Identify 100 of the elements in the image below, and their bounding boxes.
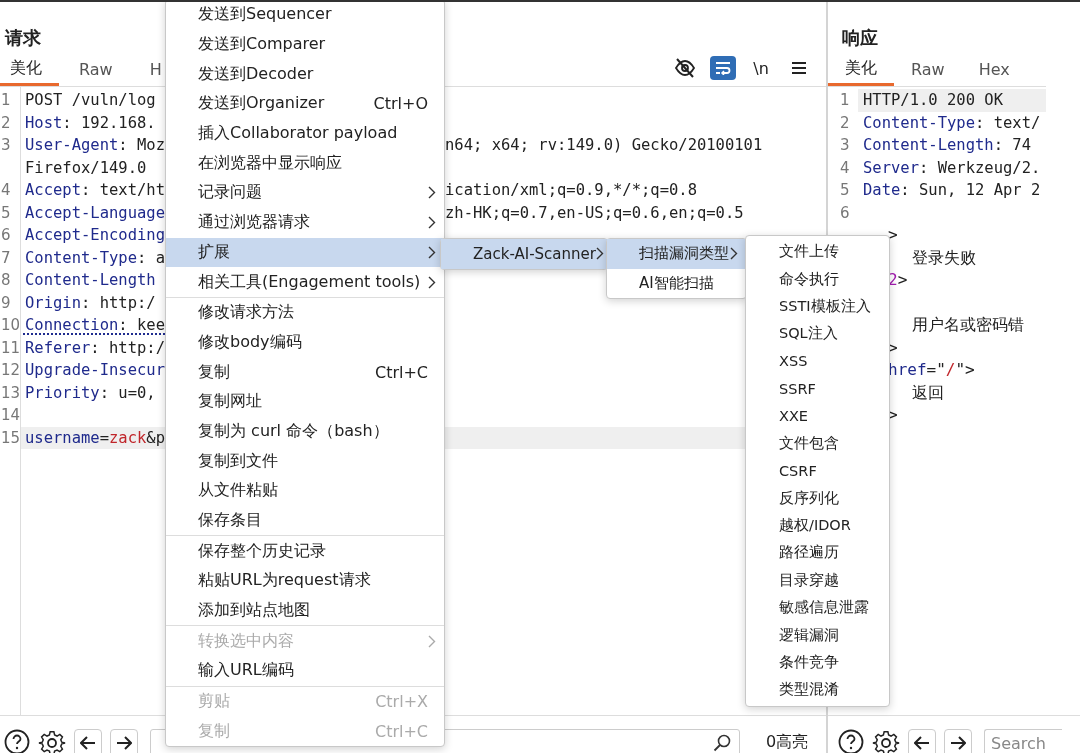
right-arrow-icon [950, 736, 966, 750]
menu-item[interactable]: 命令执行 [746, 265, 889, 293]
menu-item[interactable]: XSS [746, 347, 889, 375]
menu-item[interactable]: 敏感信息泄露 [746, 594, 889, 622]
menu-item[interactable]: 发送到Comparer [166, 29, 444, 60]
menu-item[interactable]: SSTI模板注入 [746, 292, 889, 321]
menu-item[interactable]: 从文件粘贴 [166, 476, 444, 506]
menu-item[interactable]: 目录穿越 [746, 566, 889, 595]
menu-item[interactable]: 扩展 [166, 237, 444, 268]
menu-item[interactable]: 复制 Ctrl+C [166, 357, 444, 387]
menu-item[interactable]: 复制到文件 [166, 446, 444, 476]
menu-item[interactable]: 反序列化 [746, 484, 889, 512]
line-number: 14 [1, 406, 21, 424]
menu-item[interactable]: 复制网址 [166, 386, 444, 417]
code-line: Accept-Language [25, 203, 165, 222]
code-line: zh-HK;q=0.7,en-US;q=0.6,en;q=0.5 [445, 202, 745, 224]
menu-item[interactable]: 类型混淆 [746, 676, 889, 704]
line-number: 12 [1, 361, 21, 379]
hide-button[interactable] [672, 56, 698, 80]
menu-item[interactable]: 发送到Organizer Ctrl+O [166, 89, 444, 119]
code-line: Content-Type: text/ [863, 112, 1041, 134]
newline-button[interactable]: \n [748, 56, 774, 80]
left-arrow-icon [914, 736, 930, 750]
code-line: Content-Type: a [25, 248, 165, 267]
wrap-button[interactable] [710, 56, 736, 80]
line-number: 5 [1, 203, 11, 222]
menu-item[interactable]: AI智能扫描 [607, 268, 746, 299]
help-icon[interactable] [4, 729, 30, 753]
menu-item[interactable]: 保存条目 [166, 505, 444, 536]
left-arrow-icon [80, 736, 96, 750]
menu-item[interactable]: 文件包含 [746, 429, 889, 458]
line-number: 7 [1, 248, 11, 267]
menu-item[interactable]: CSRF [746, 457, 889, 485]
tab[interactable]: Raw [894, 60, 962, 86]
menu-item[interactable]: 输入URL编码 [166, 656, 444, 686]
line-number: 4 [1, 181, 11, 199]
line-number: 5 [839, 180, 851, 201]
code-line: > [888, 225, 898, 244]
chevron-icon [428, 245, 436, 259]
code-line: n64; x64; rv:149.0) Gecko/20100101 [445, 135, 764, 156]
code-line: Upgrade-Insecur [25, 361, 165, 379]
menu-item[interactable]: 发送到Decoder [166, 59, 444, 90]
code-line: Priority: u=0, [25, 383, 156, 402]
highlight-count: 0高亮 [765, 731, 809, 753]
code-line: Referer: http:/ [25, 338, 165, 357]
code-line: Content-Length [25, 271, 156, 289]
help-icon[interactable] [838, 729, 864, 753]
menu-item[interactable]: 相关工具(Engagement tools) [166, 267, 444, 297]
menu-item[interactable]: 复制为 curl 命令（bash） [166, 416, 444, 447]
shortcut-text: Ctrl+O [373, 94, 429, 114]
code-line: Connection: kee [25, 316, 165, 334]
line-number: 6 [1, 226, 11, 244]
menu-item[interactable]: 保存整个历史记录 [166, 536, 444, 567]
menu-item[interactable]: 修改请求方法 [166, 297, 444, 328]
forward-button[interactable] [944, 729, 972, 753]
menu-item[interactable]: SSRF [746, 374, 889, 403]
code-line: ication/xml;q=0.9,*/*;q=0.8 [445, 180, 698, 201]
forward-button[interactable] [110, 729, 138, 753]
code-line: User-Agent: Moz [25, 136, 165, 154]
back-button[interactable] [908, 729, 936, 753]
settings-icon[interactable] [872, 729, 900, 753]
menu-item[interactable]: 条件竞争 [746, 648, 889, 677]
code-line: href="/"> [888, 360, 975, 379]
code-line: Server: Werkzeug/2. [863, 157, 1041, 179]
tab[interactable]: 美化 [0, 58, 59, 86]
menu-item[interactable]: 扫描漏洞类型 [607, 239, 746, 269]
back-button[interactable] [74, 729, 102, 753]
menu-item[interactable]: 记录问题 [166, 178, 444, 208]
menu-item[interactable]: 通过浏览器请求 [166, 207, 444, 238]
menu-item[interactable]: 在浏览器中显示响应 [166, 148, 444, 179]
menu-item[interactable]: SQL注入 [746, 320, 889, 348]
menu-item[interactable]: 插入Collaborator payload [166, 118, 444, 149]
line-number: 2 [1, 113, 11, 132]
menu-item[interactable]: 添加到站点地图 [166, 595, 444, 626]
line-number: 13 [1, 383, 21, 402]
line-number: 2 [839, 112, 851, 134]
menu-item[interactable]: 路径遍历 [746, 539, 889, 567]
menu-item[interactable]: 发送到Sequencer [166, 2, 444, 30]
search-field[interactable]: Search [984, 729, 1062, 753]
line-number: 10 [1, 316, 21, 334]
menu-item[interactable]: 越权/IDOR [746, 511, 889, 540]
shortcut-text: Ctrl+C [374, 362, 429, 382]
tab[interactable]: 美化 [828, 58, 894, 86]
menu-item[interactable]: 文件上传 [746, 238, 889, 266]
settings-icon[interactable] [38, 729, 66, 753]
wrap-icon [715, 61, 731, 75]
menu-item[interactable]: 修改body编码 [166, 327, 444, 358]
chevron-icon [428, 275, 436, 289]
right-arrow-icon [116, 736, 132, 750]
shortcut-text: Ctrl+X [375, 692, 429, 712]
menu-item[interactable]: 逻辑漏洞 [746, 621, 889, 649]
line-number: 4 [839, 157, 851, 179]
tab[interactable]: Raw [69, 60, 130, 86]
tab[interactable]: Hex [961, 60, 1027, 86]
code-line: 用户名或密码错 [912, 315, 1024, 334]
line-number: 8 [1, 271, 11, 289]
menu-item[interactable]: 粘贴URL为request请求 [166, 566, 444, 596]
chevron-icon [428, 634, 436, 648]
menu-item[interactable]: Zack-AI-Scanner [441, 239, 607, 269]
menu-item[interactable]: XXE [746, 402, 889, 430]
